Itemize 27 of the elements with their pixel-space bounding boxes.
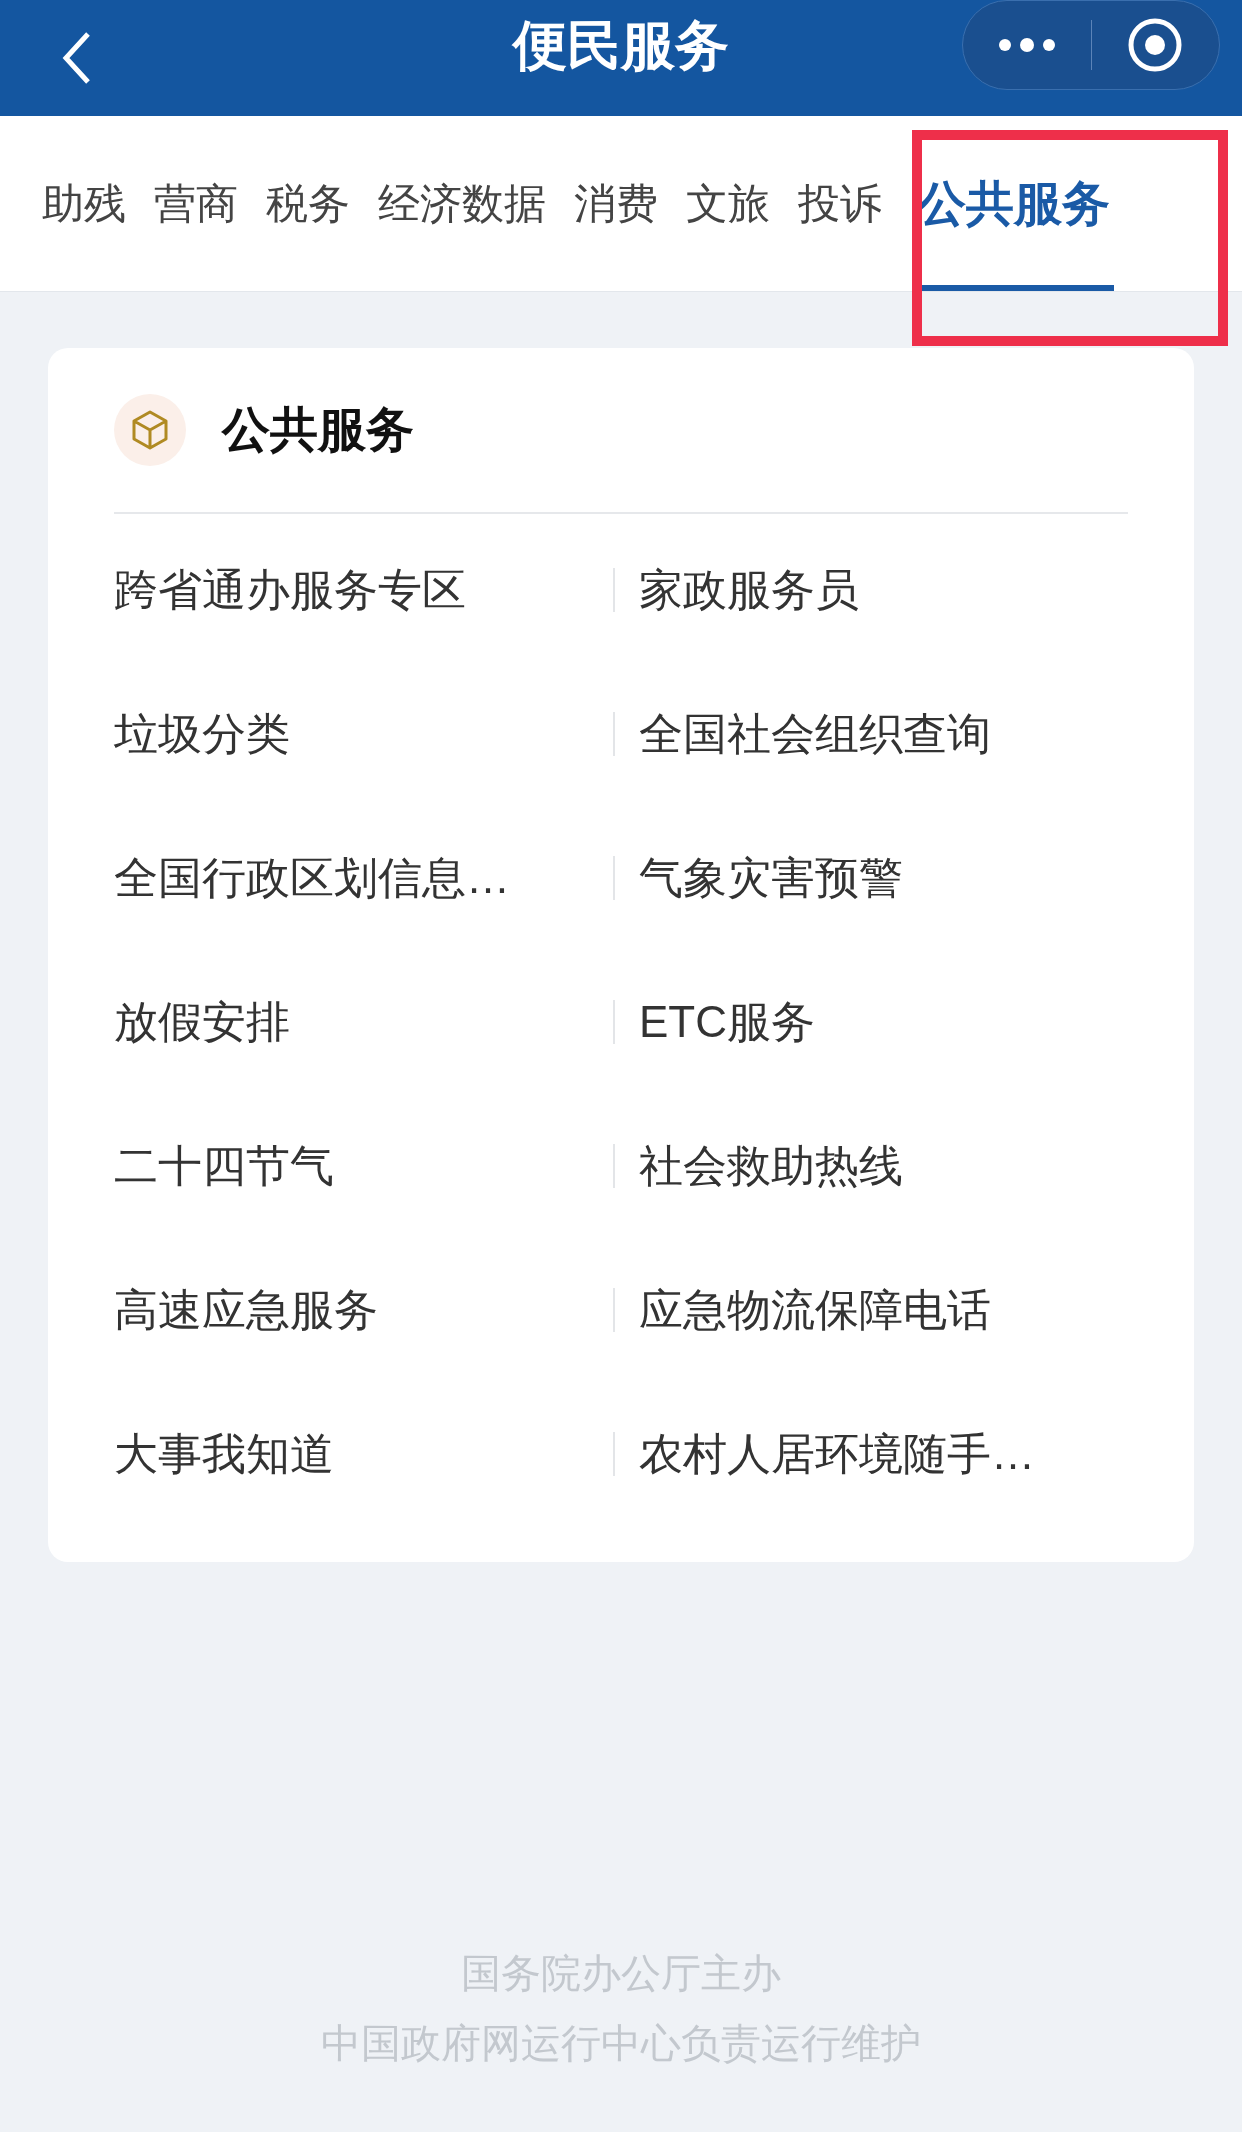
service-link[interactable]: 放假安排 (114, 994, 290, 1050)
target-icon (1127, 17, 1184, 73)
service-link[interactable]: ETC服务 (639, 994, 815, 1050)
category-tab[interactable]: 投诉 (798, 116, 882, 291)
service-link[interactable]: 高速应急服务 (114, 1282, 378, 1338)
service-link[interactable]: 气象灾害预警 (639, 850, 903, 906)
more-icon (997, 38, 1056, 52)
service-link[interactable]: 农村人居环境随手… (639, 1426, 1035, 1482)
category-tab[interactable]: 消费 (574, 116, 658, 291)
category-tab[interactable]: 经济数据 (378, 116, 546, 291)
category-tab[interactable]: 税务 (266, 116, 350, 291)
service-link[interactable]: 垃圾分类 (114, 706, 290, 762)
service-link[interactable]: 社会救助热线 (639, 1138, 903, 1194)
back-icon (60, 30, 92, 86)
service-link[interactable]: 全国社会组织查询 (639, 706, 991, 762)
category-tab[interactable]: 助残 (42, 116, 126, 291)
service-link[interactable]: 大事我知道 (114, 1426, 334, 1482)
category-tab[interactable]: 文旅 (686, 116, 770, 291)
card-title: 公共服务 (222, 402, 414, 458)
service-link[interactable]: 二十四节气 (114, 1138, 334, 1194)
service-link[interactable]: 家政服务员 (639, 562, 859, 618)
page-title: 便民服务 (511, 14, 730, 77)
category-tab[interactable]: 公共服务 (914, 116, 1114, 291)
service-link[interactable]: 跨省通办服务专区 (114, 562, 466, 618)
category-tab[interactable]: 营商 (154, 116, 238, 291)
service-link[interactable]: 全国行政区划信息… (114, 850, 510, 906)
service-link[interactable]: 应急物流保障电话 (639, 1282, 991, 1338)
